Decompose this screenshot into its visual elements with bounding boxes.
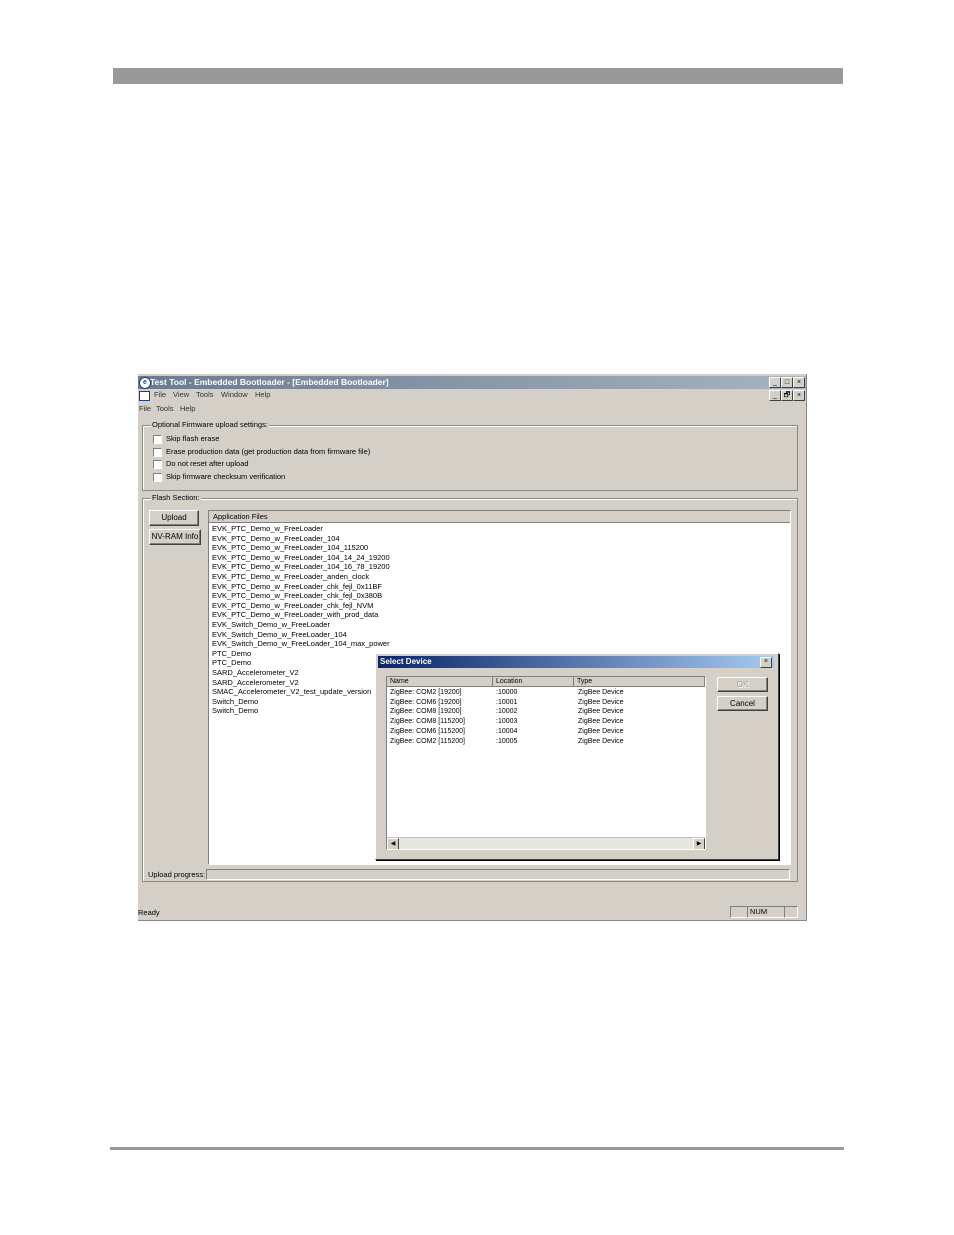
device-name-cell[interactable]: ZigBee: COM8 [19200] <box>390 708 462 715</box>
firmware-settings-group: Optional Firmware upload settings: Skip … <box>142 420 798 491</box>
scroll-right-icon[interactable]: ▶ <box>693 838 705 849</box>
page-footer-line <box>110 1147 844 1150</box>
device-location-cell[interactable]: :10001 <box>496 699 517 706</box>
child-close-button[interactable]: × <box>793 390 805 401</box>
device-location-cell[interactable]: :10005 <box>496 738 517 745</box>
device-location-cell[interactable]: :10000 <box>496 689 517 696</box>
column-header-name[interactable]: Name <box>387 677 493 687</box>
close-button[interactable]: × <box>793 377 805 388</box>
device-type-cell[interactable]: ZigBee Device <box>578 699 624 706</box>
list-item[interactable]: Switch_Demo <box>212 706 258 716</box>
menu-file[interactable]: File <box>154 390 166 399</box>
title-bar[interactable]: e Test Tool - Embedded Bootloader - [Emb… <box>138 376 806 389</box>
list-item[interactable]: Switch_Demo <box>212 697 258 707</box>
horizontal-scrollbar[interactable]: ◀ ▶ <box>387 837 705 849</box>
child-restore-button[interactable]: 🗗 <box>781 390 793 401</box>
upload-progress-bar <box>206 869 790 880</box>
dialog-title-bar[interactable]: Select Device × <box>378 656 774 668</box>
submenu-help[interactable]: Help <box>180 404 195 413</box>
device-name-cell[interactable]: ZigBee: COM2 [115200] <box>390 738 465 745</box>
status-bar: Ready NUM <box>138 905 806 919</box>
list-item[interactable]: PTC_Demo <box>212 658 251 668</box>
window-title: Test Tool - Embedded Bootloader - [Embed… <box>150 377 389 387</box>
status-text: Ready <box>138 908 160 917</box>
device-location-cell[interactable]: :10002 <box>496 708 517 715</box>
list-item[interactable]: EVK_PTC_Demo_w_FreeLoader_anden_clock <box>212 572 369 582</box>
list-item[interactable]: EVK_PTC_Demo_w_FreeLoader_chk_fejl_0x11B… <box>212 582 382 592</box>
list-item[interactable]: EVK_PTC_Demo_w_FreeLoader <box>212 524 323 534</box>
list-item[interactable]: EVK_Switch_Demo_w_FreeLoader_104_max_pow… <box>212 639 390 649</box>
firmware-settings-label: Optional Firmware upload settings: <box>151 420 269 429</box>
ok-button[interactable]: OK <box>717 677 768 692</box>
device-type-cell[interactable]: ZigBee Device <box>578 689 624 696</box>
nvram-info-button[interactable]: NV-RAM Info <box>149 529 201 545</box>
document-icon <box>139 391 150 401</box>
device-location-cell[interactable]: :10003 <box>496 718 517 725</box>
checkbox-label: Skip firmware checksum verification <box>166 472 286 481</box>
menu-window[interactable]: Window <box>221 390 248 399</box>
cancel-button[interactable]: Cancel <box>717 696 768 711</box>
list-item[interactable]: PTC_Demo <box>212 649 251 659</box>
status-panel-empty <box>730 906 748 918</box>
device-name-cell[interactable]: ZigBee: COM6 [19200] <box>390 699 462 706</box>
menu-bar: File View Tools Window Help _ 🗗 × <box>138 389 806 401</box>
checkbox-box[interactable] <box>153 460 162 469</box>
device-location-cell[interactable]: :10004 <box>496 728 517 735</box>
device-name-cell[interactable]: ZigBee: COM6 [115200] <box>390 728 465 735</box>
list-item[interactable]: SMAC_Accelerometer_V2_test_update_versio… <box>212 687 371 697</box>
device-name-cell[interactable]: ZigBee: COM2 [19200] <box>390 689 462 696</box>
child-menu-bar: File Tools Help <box>138 403 806 415</box>
submenu-tools[interactable]: Tools <box>156 404 174 413</box>
list-item[interactable]: EVK_PTC_Demo_w_FreeLoader_chk_fejl_NVM <box>212 601 373 611</box>
column-header-location[interactable]: Location <box>493 677 574 687</box>
checkbox-label: Skip flash erase <box>166 434 220 443</box>
device-name-cell[interactable]: ZigBee: COM8 [115200] <box>390 718 465 725</box>
flash-section-label: Flash Section: <box>151 493 201 502</box>
device-type-cell[interactable]: ZigBee Device <box>578 708 624 715</box>
checkbox-box[interactable] <box>153 473 162 482</box>
page-header-bar <box>113 68 843 84</box>
device-type-cell[interactable]: ZigBee Device <box>578 738 624 745</box>
dialog-close-button[interactable]: × <box>760 657 772 668</box>
list-item[interactable]: EVK_PTC_Demo_w_FreeLoader_104_14_24_1920… <box>212 553 390 563</box>
dialog-title: Select Device <box>380 657 432 666</box>
checkbox-label: Erase production data (get production da… <box>166 447 371 456</box>
list-item[interactable]: EVK_Switch_Demo_w_FreeLoader <box>212 620 330 630</box>
list-item[interactable]: EVK_Switch_Demo_w_FreeLoader_104 <box>212 630 347 640</box>
child-minimize-button[interactable]: _ <box>769 390 781 401</box>
select-device-dialog: Select Device × Name Location Type ZigBe… <box>375 653 779 860</box>
menu-view[interactable]: View <box>173 390 189 399</box>
maximize-button[interactable]: □ <box>781 377 793 388</box>
status-num: NUM <box>747 906 785 918</box>
device-type-cell[interactable]: ZigBee Device <box>578 728 624 735</box>
device-type-cell[interactable]: ZigBee Device <box>578 718 624 725</box>
list-item[interactable]: EVK_PTC_Demo_w_FreeLoader_with_prod_data <box>212 610 378 620</box>
menu-help[interactable]: Help <box>255 390 270 399</box>
list-item[interactable]: EVK_PTC_Demo_w_FreeLoader_104_115200 <box>212 543 368 553</box>
menu-tools[interactable]: Tools <box>196 390 214 399</box>
device-list[interactable]: Name Location Type ZigBee: COM2 [19200]:… <box>386 676 706 850</box>
upload-button[interactable]: Upload <box>149 510 199 526</box>
checkbox-box[interactable] <box>153 448 162 457</box>
list-item[interactable]: EVK_PTC_Demo_w_FreeLoader_chk_fejl_0x380… <box>212 591 382 601</box>
list-item[interactable]: SARD_Accelerometer_V2 <box>212 668 299 678</box>
list-item[interactable]: EVK_PTC_Demo_w_FreeLoader_104 <box>212 534 340 544</box>
scroll-left-icon[interactable]: ◀ <box>387 838 399 849</box>
column-header-type[interactable]: Type <box>574 677 705 687</box>
checkbox-label: Do not reset after upload <box>166 459 249 468</box>
checkbox-box[interactable] <box>153 435 162 444</box>
list-item[interactable]: SARD_Accelerometer_V2 <box>212 678 299 688</box>
submenu-file[interactable]: File <box>139 404 151 413</box>
minimize-button[interactable]: _ <box>769 377 781 388</box>
upload-progress-label: Upload progress: <box>148 870 206 879</box>
list-item[interactable]: EVK_PTC_Demo_w_FreeLoader_104_16_78_1920… <box>212 562 390 572</box>
status-panel-scroll <box>784 906 798 918</box>
list-header-application-files[interactable]: Application Files <box>209 511 790 523</box>
